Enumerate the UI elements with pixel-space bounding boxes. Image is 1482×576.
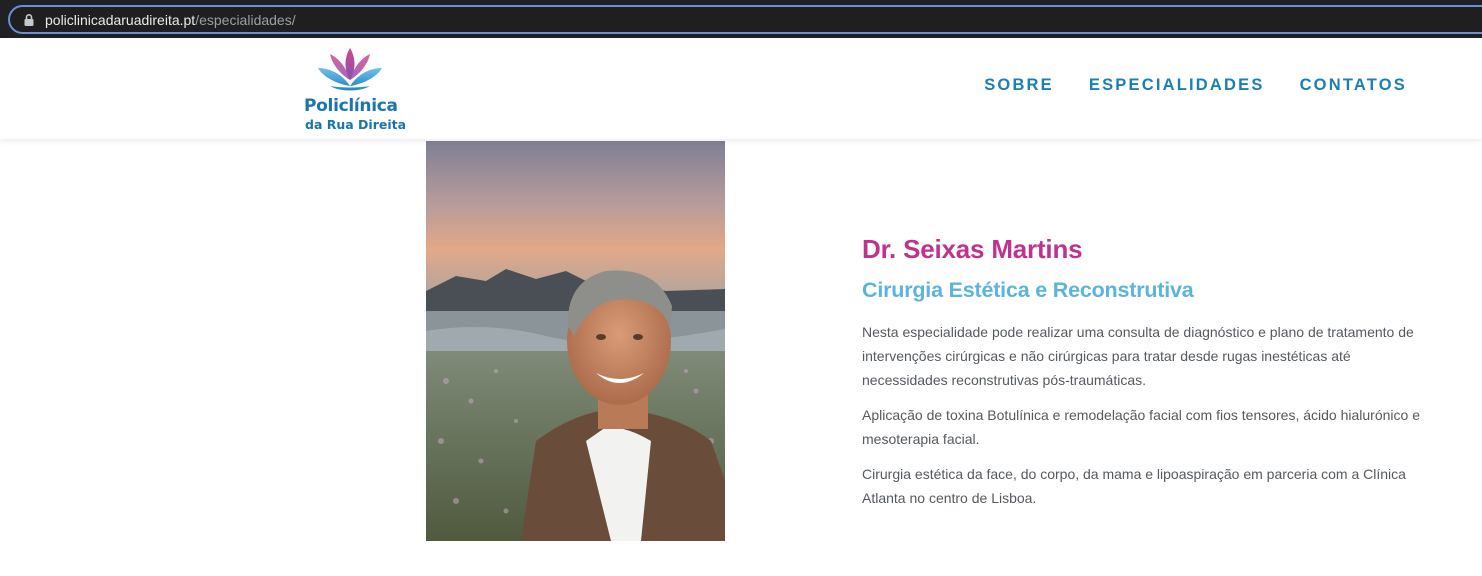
url-path: /especialidades/: [195, 11, 296, 28]
description-paragraph: Cirurgia estética da face, do corpo, da …: [862, 466, 1406, 506]
doctor-description: Nesta especialidade pode realizar uma co…: [862, 320, 1422, 510]
lotus-logo-icon: [318, 48, 382, 91]
url-host: policlinicadaruadireita.pt: [45, 11, 196, 28]
logo-subtitle: da Rua Direita: [305, 117, 407, 132]
site-logo[interactable]: Policlínica da Rua Direita: [300, 46, 410, 134]
description-paragraph: Nesta especialidade pode realizar uma co…: [862, 324, 1414, 388]
lock-icon: [24, 13, 34, 26]
main-nav: SOBRE ESPECIALIDADES CONTATOS: [984, 76, 1407, 95]
doctor-name: Dr. Seixas Martins: [862, 234, 1083, 264]
address-bar[interactable]: policlinicadaruadireita.pt/especialidade…: [8, 5, 1482, 34]
description-paragraph: Aplicação de toxina Botulínica e remodel…: [862, 407, 1420, 447]
site-header: Policlínica da Rua Direita SOBRE ESPECIA…: [0, 38, 1482, 139]
doctor-info: Dr. Seixas Martins Cirurgia Estética e R…: [862, 234, 1422, 510]
nav-especialidades[interactable]: ESPECIALIDADES: [1089, 76, 1265, 95]
nav-contatos[interactable]: CONTATOS: [1300, 76, 1407, 95]
doctor-photo: [426, 141, 725, 541]
nav-sobre[interactable]: SOBRE: [984, 76, 1054, 95]
browser-toolbar: policlinicadaruadireita.pt/especialidade…: [0, 0, 1482, 38]
logo-name: Policlínica: [304, 96, 398, 116]
doctor-specialty: Cirurgia Estética e Reconstrutiva: [862, 278, 1194, 302]
